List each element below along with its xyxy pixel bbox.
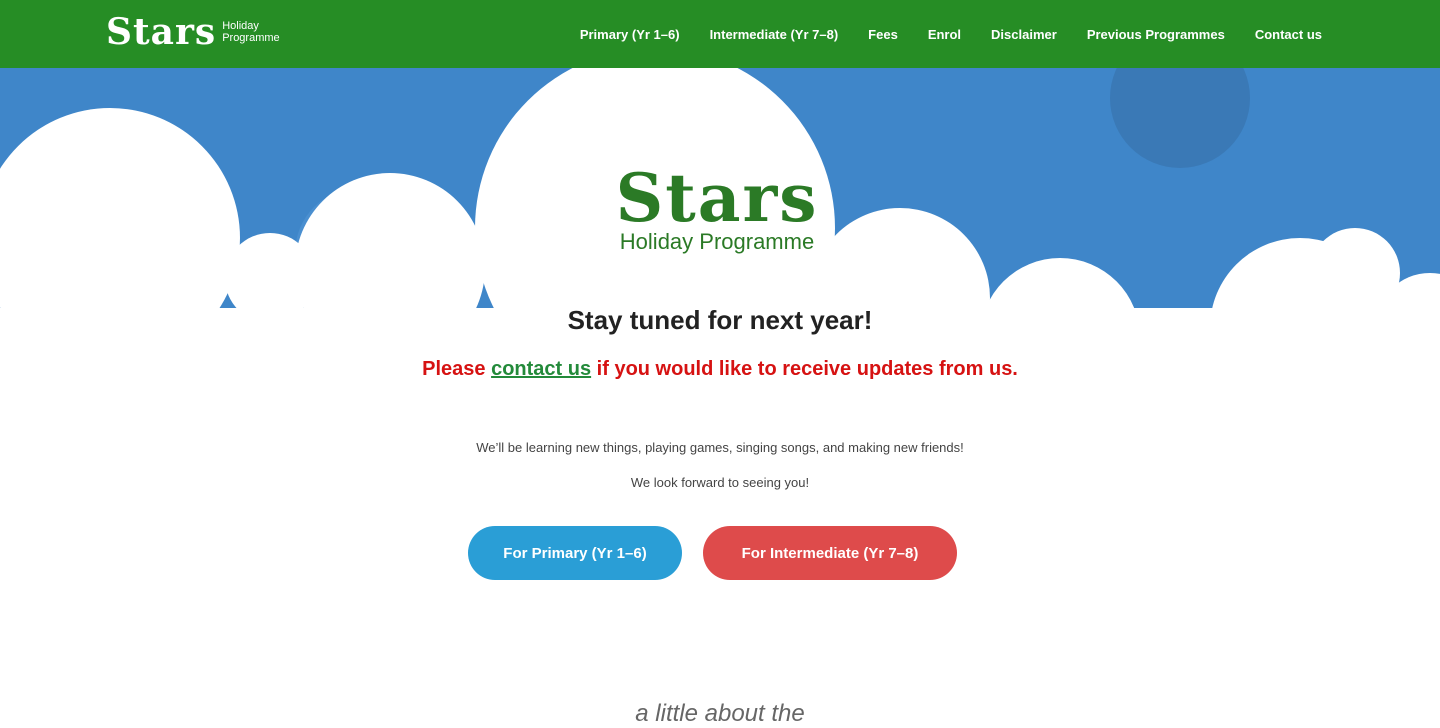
nav-intermediate[interactable]: Intermediate (Yr 7–8) (710, 27, 839, 42)
nav-contact-us[interactable]: Contact us (1255, 27, 1322, 42)
nav-enrol[interactable]: Enrol (928, 27, 961, 42)
notice-suffix: if you would like to receive updates fro… (591, 358, 1018, 380)
top-navigation-bar: Stars Holiday Programme Primary (Yr 1–6)… (0, 0, 1440, 68)
intro-paragraph: We’ll be learning new things, playing ga… (476, 440, 964, 455)
closing-paragraph: We look forward to seeing you! (630, 475, 810, 490)
updates-notice: Please contact us if you would like to r… (0, 358, 1440, 381)
logo-wordmark: Stars (106, 11, 217, 53)
hero-logo-subtitle: Holiday Programme (619, 229, 815, 254)
logo-subtitle: Holiday Programme (222, 20, 279, 44)
intermediate-programme-button[interactable]: For Intermediate (Yr 7–8) (703, 526, 957, 580)
nav-previous-programmes[interactable]: Previous Programmes (1087, 27, 1225, 42)
about-section-heading: a little about the (635, 700, 805, 727)
main-nav: Primary (Yr 1–6) Intermediate (Yr 7–8) F… (550, 0, 1322, 68)
logo-subtitle-line1: Holiday (222, 20, 259, 32)
logo-subtitle-line2: Programme (222, 32, 280, 44)
notice-prefix: Please (422, 358, 492, 380)
nav-disclaimer[interactable]: Disclaimer (991, 27, 1057, 42)
nav-primary[interactable]: Primary (Yr 1–6) (580, 27, 680, 42)
hero-logo-wordmark: Stars (615, 159, 819, 237)
hero-logo: Stars Holiday Programme (612, 158, 822, 254)
page-headline: Stay tuned for next year! (567, 305, 873, 335)
primary-programme-button[interactable]: For Primary (Yr 1–6) (468, 526, 682, 580)
site-logo[interactable]: Stars Holiday Programme (106, 10, 280, 54)
nav-fees[interactable]: Fees (868, 27, 898, 42)
contact-us-link[interactable]: contact us (491, 358, 591, 380)
